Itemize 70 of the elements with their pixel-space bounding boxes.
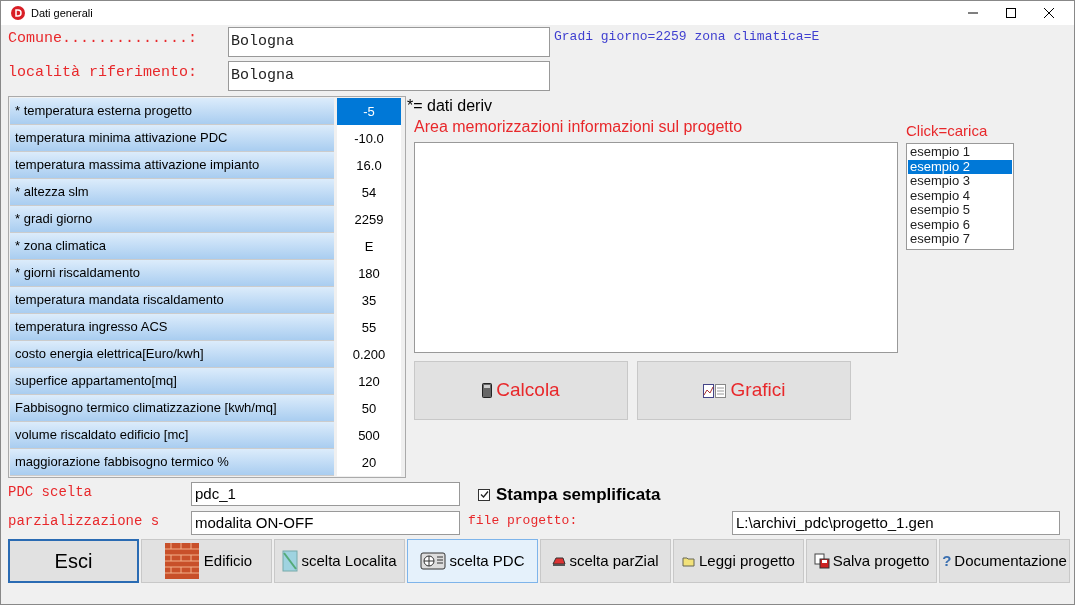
parameter-label: volume riscaldato edificio [mc] <box>10 422 334 449</box>
parameter-value[interactable]: 50 <box>337 395 401 422</box>
parameter-value[interactable]: 16.0 <box>337 152 401 179</box>
parameter-label: superfice appartamento[mq] <box>10 368 334 395</box>
checkbox[interactable] <box>478 488 490 501</box>
toolbar-button[interactable]: Salva progetto <box>806 539 937 583</box>
parameter-label: Fabbisogno termico climatizzazione [kwh/mq] <box>10 395 334 422</box>
parameter-label: maggiorazione fabbisogno termico % <box>10 449 334 476</box>
localita-label: località riferimento: <box>8 63 199 83</box>
window-title: Dati generali <box>31 5 93 21</box>
parameter-value[interactable]: 500 <box>337 422 401 449</box>
parameter-label: * altezza slm <box>10 179 334 206</box>
toolbar-button[interactable]: scelta PDC <box>407 539 538 583</box>
parameter-label: * gradi giorno <box>10 206 334 233</box>
parameter-label: temperatura massima attivazione impianto <box>10 152 334 179</box>
parameter-value[interactable]: 0.200 <box>337 341 401 368</box>
save-icon <box>813 553 830 569</box>
maximize-icon[interactable] <box>1006 8 1016 18</box>
parameter-value[interactable]: 54 <box>337 179 401 206</box>
toolbar-button[interactable]: Leggi progetto <box>673 539 804 583</box>
parameter-label: temperatura mandata riscaldamento <box>10 287 334 314</box>
app-logo-icon <box>11 6 25 20</box>
partial-field[interactable]: modalita ON-OFF <box>191 511 460 535</box>
check-icon <box>479 490 489 500</box>
comune-field[interactable]: Bologna <box>228 27 550 57</box>
parameter-label: * zona climatica <box>10 233 334 260</box>
partial-label: parzializzazione s <box>8 512 161 531</box>
example-item[interactable]: esempio 2 <box>908 159 1012 174</box>
parameter-label: temperatura ingresso ACS <box>10 314 334 341</box>
example-item[interactable]: esempio 1 <box>908 145 1012 160</box>
parameter-value[interactable]: 120 <box>337 368 401 395</box>
toolbar-button[interactable]: scelta parZial <box>540 539 671 583</box>
example-item[interactable]: esempio 6 <box>908 217 1012 232</box>
checkbox-label: Stampa semplificata <box>496 484 661 506</box>
question-mark-icon: ? <box>942 549 952 573</box>
notes-title: Area memorizzazioni informazioni sul progetto <box>414 117 744 137</box>
example-item[interactable]: esempio 3 <box>908 174 1012 189</box>
parameter-value[interactable]: E <box>337 233 401 260</box>
climate-info: Gradi giorno=2259 zona climatica=E <box>554 28 820 46</box>
examples-title: Click=carica <box>906 121 989 141</box>
parameter-value[interactable]: 55 <box>337 314 401 341</box>
pdc-label: PDC scelta <box>8 483 93 502</box>
comune-label: Comune..............: <box>8 29 199 49</box>
toolbar-button[interactable]: ? Documentazione <box>939 539 1070 583</box>
parameter-value[interactable]: -5 <box>337 98 401 125</box>
file-label: file progetto: <box>468 512 579 530</box>
calculator-icon <box>482 383 493 398</box>
parameter-value[interactable]: 20 <box>337 449 401 476</box>
parameter-label: * giorni riscaldamento <box>10 260 334 287</box>
parameter-label: * temperatura esterna progetto <box>10 98 334 125</box>
parameter-label: temperatura minima attivazione PDC <box>10 125 334 152</box>
parameter-value[interactable]: 2259 <box>337 206 401 233</box>
parameter-label: costo energia elettrica[Euro/kwh] <box>10 341 334 368</box>
example-item[interactable]: esempio 5 <box>908 203 1012 218</box>
toolbar-button[interactable]: Edificio <box>141 539 272 583</box>
chart-icon <box>702 383 727 398</box>
close-icon[interactable] <box>1044 8 1054 18</box>
file-field[interactable]: L:\archivi_pdc\progetto_1.gen <box>732 511 1060 535</box>
example-item[interactable]: esempio 4 <box>908 188 1012 203</box>
parameter-value[interactable]: 35 <box>337 287 401 314</box>
pdc-field[interactable]: pdc_1 <box>191 482 460 506</box>
folder-icon <box>682 555 697 567</box>
toolbar-button[interactable]: scelta Localita <box>274 539 405 583</box>
toolbar-button[interactable]: Esci <box>8 539 139 583</box>
example-item[interactable]: esempio 7 <box>908 232 1012 247</box>
legend-text: *= dati deriv <box>407 96 493 116</box>
localita-field[interactable]: Bologna <box>228 61 550 91</box>
air-conditioner-icon <box>420 552 447 570</box>
parameter-value[interactable]: 180 <box>337 260 401 287</box>
parameter-value[interactable]: -10.0 <box>337 125 401 152</box>
